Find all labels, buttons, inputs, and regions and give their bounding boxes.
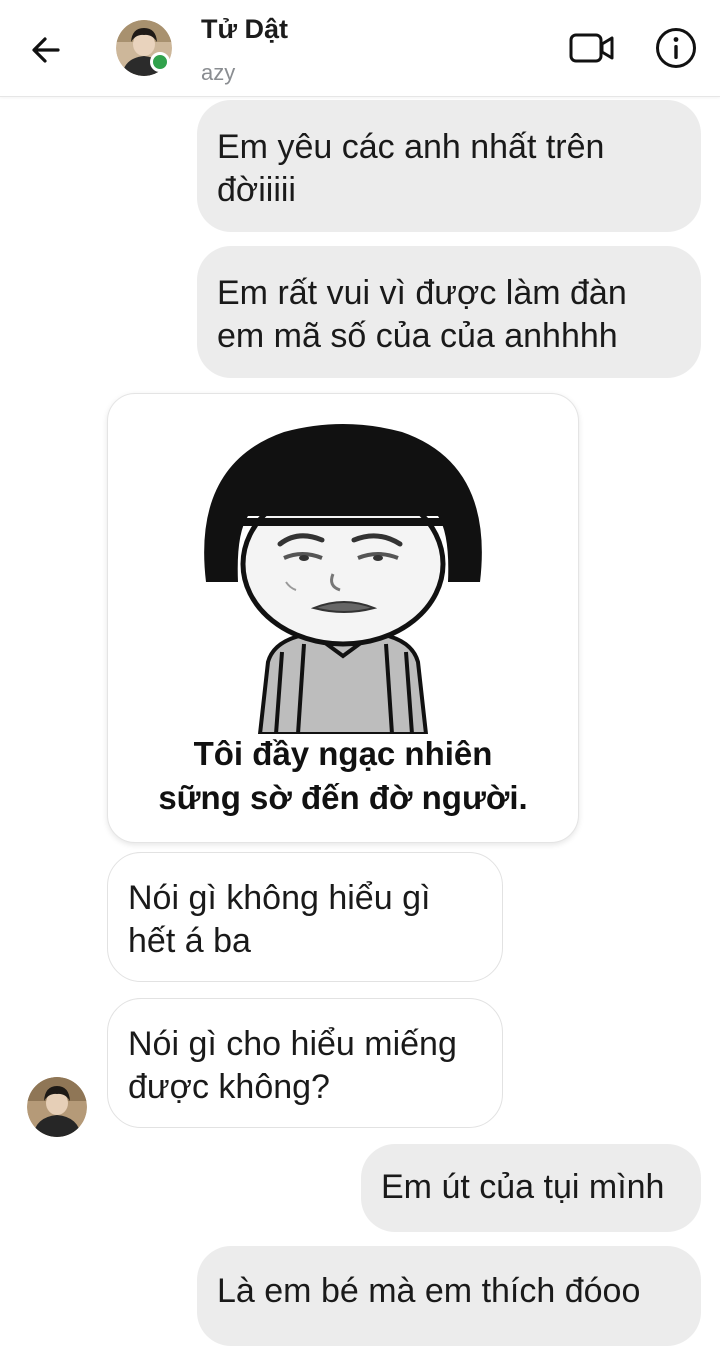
message-line: Em rất vui vì được làm đàn bbox=[217, 274, 627, 312]
online-status-dot bbox=[150, 52, 170, 72]
message-line: Em út của tụi mình bbox=[381, 1168, 665, 1206]
message-bubble-received[interactable]: Nói gì không hiểu gì hết á ba bbox=[107, 852, 503, 982]
message-line: đờiiiii bbox=[217, 171, 296, 209]
message-bubble-received[interactable]: Nói gì cho hiểu miếng được không? bbox=[107, 998, 503, 1128]
arrow-left-icon bbox=[32, 37, 60, 63]
message-line: Em yêu các anh nhất trên bbox=[217, 128, 605, 166]
message-line: Nói gì không hiểu gì bbox=[128, 879, 431, 917]
message-bubble-sent[interactable]: Em yêu các anh nhất trên đờiiiii bbox=[197, 100, 701, 232]
contact-name[interactable]: Tử Dật bbox=[201, 14, 288, 45]
video-call-button[interactable] bbox=[562, 26, 622, 70]
sticker-caption-line: sững sờ đến đờ người. bbox=[158, 779, 528, 816]
surprised-meme-sticker bbox=[204, 424, 482, 734]
info-button[interactable] bbox=[650, 22, 702, 74]
chat-header: Tử Dật azy bbox=[0, 0, 720, 97]
sticker-caption: Tôi đầy ngạc nhiên sững sờ đến đờ người. bbox=[108, 732, 578, 820]
message-line: em mã số của của anhhhh bbox=[217, 317, 618, 355]
video-camera-icon bbox=[569, 33, 614, 63]
contact-subtitle: azy bbox=[201, 60, 236, 85]
sticker-caption-line: Tôi đầy ngạc nhiên bbox=[193, 735, 493, 772]
message-line: Nói gì cho hiểu miếng bbox=[128, 1025, 457, 1063]
sender-avatar[interactable] bbox=[27, 1077, 87, 1137]
sticker-message[interactable]: Tôi đầy ngạc nhiên sững sờ đến đờ người. bbox=[107, 393, 579, 843]
message-bubble-sent[interactable]: Em út của tụi mình bbox=[361, 1144, 701, 1232]
back-button[interactable] bbox=[22, 28, 70, 72]
message-bubble-sent[interactable]: Em rất vui vì được làm đàn em mã số của … bbox=[197, 246, 701, 378]
message-line: hết á ba bbox=[128, 922, 251, 960]
message-line: Là em bé mà em thích đóoo bbox=[217, 1272, 641, 1310]
info-circle-icon bbox=[656, 28, 696, 68]
message-bubble-sent[interactable]: Là em bé mà em thích đóoo bbox=[197, 1246, 701, 1346]
message-line: được không? bbox=[128, 1068, 330, 1106]
